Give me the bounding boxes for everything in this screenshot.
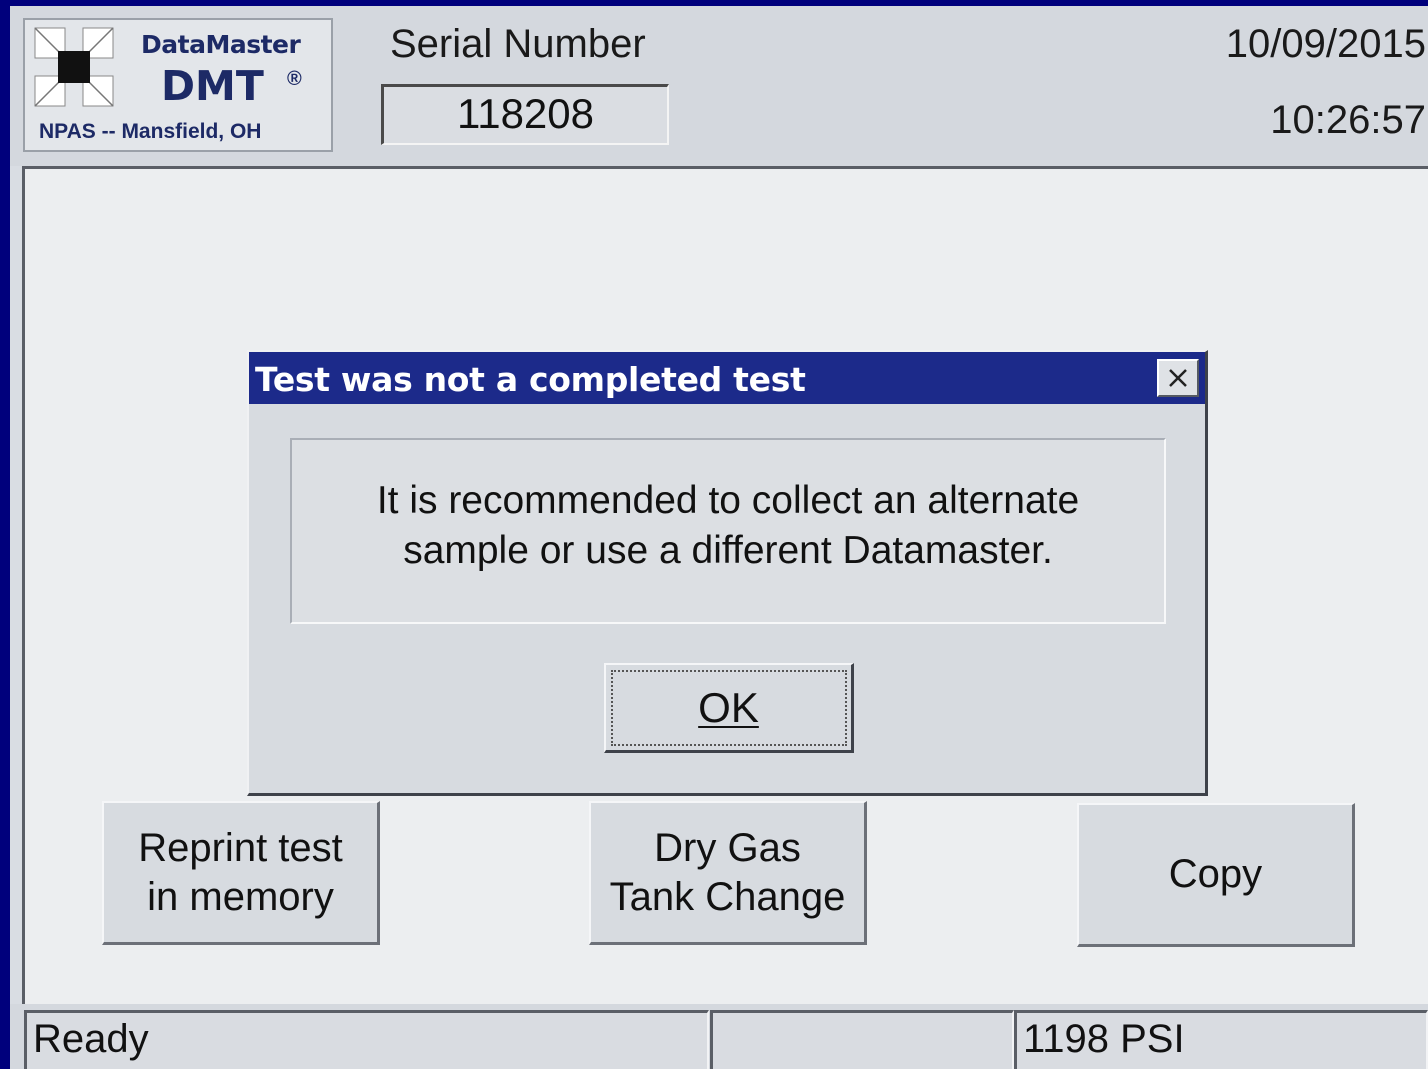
dialog-message-line1: It is recommended to collect an alternat…: [376, 479, 1080, 523]
tank-pressure-readout: 1198 PSI: [1014, 1010, 1428, 1069]
registered-mark: ®: [287, 68, 302, 90]
brand-location: NPAS -- Mansfield, OH: [39, 120, 262, 143]
status-text: Ready: [24, 1010, 709, 1069]
copy-button[interactable]: Copy: [1077, 803, 1355, 947]
dialog-title: Test was not a completed test: [255, 360, 806, 399]
brand-name: DataMaster: [141, 30, 301, 59]
brand-logo-box: DataMaster DMT ® NPAS -- Mansfield, OH: [23, 18, 333, 152]
date-display: 10/09/2015: [1225, 22, 1426, 66]
dialog-titlebar: Test was not a completed test: [249, 352, 1205, 404]
serial-number-label: Serial Number: [390, 22, 646, 66]
time-display: 10:26:57: [1270, 98, 1426, 142]
ok-label: OK: [610, 669, 847, 746]
close-icon: [1169, 369, 1187, 387]
status-bar: Ready 1198 PSI: [10, 1004, 1428, 1069]
status-middle-cell: [710, 1010, 1014, 1069]
reprint-test-button[interactable]: Reprint test in memory: [102, 801, 380, 945]
incomplete-test-dialog: Test was not a completed test It is reco…: [247, 350, 1208, 796]
dry-gas-label-line2: Tank Change: [609, 874, 846, 919]
reprint-test-label-line2: in memory: [147, 874, 334, 919]
reprint-test-label-line1: Reprint test: [138, 825, 343, 870]
ok-button[interactable]: OK: [604, 663, 854, 753]
datamaster-screen: DataMaster DMT ® NPAS -- Mansfield, OH S…: [10, 6, 1428, 1069]
dialog-close-button[interactable]: [1157, 359, 1199, 397]
datamaster-logo-icon: [34, 27, 114, 107]
copy-label: Copy: [1168, 852, 1263, 897]
dialog-message-panel: It is recommended to collect an alternat…: [290, 438, 1166, 624]
dialog-message-line2: sample or use a different Datamaster.: [403, 529, 1053, 572]
brand-model: DMT: [161, 62, 264, 110]
serial-number-field: 118208: [381, 84, 669, 145]
dry-gas-label-line1: Dry Gas: [654, 825, 801, 870]
header: DataMaster DMT ® NPAS -- Mansfield, OH S…: [10, 6, 1428, 166]
dry-gas-tank-change-button[interactable]: Dry Gas Tank Change: [589, 801, 867, 945]
